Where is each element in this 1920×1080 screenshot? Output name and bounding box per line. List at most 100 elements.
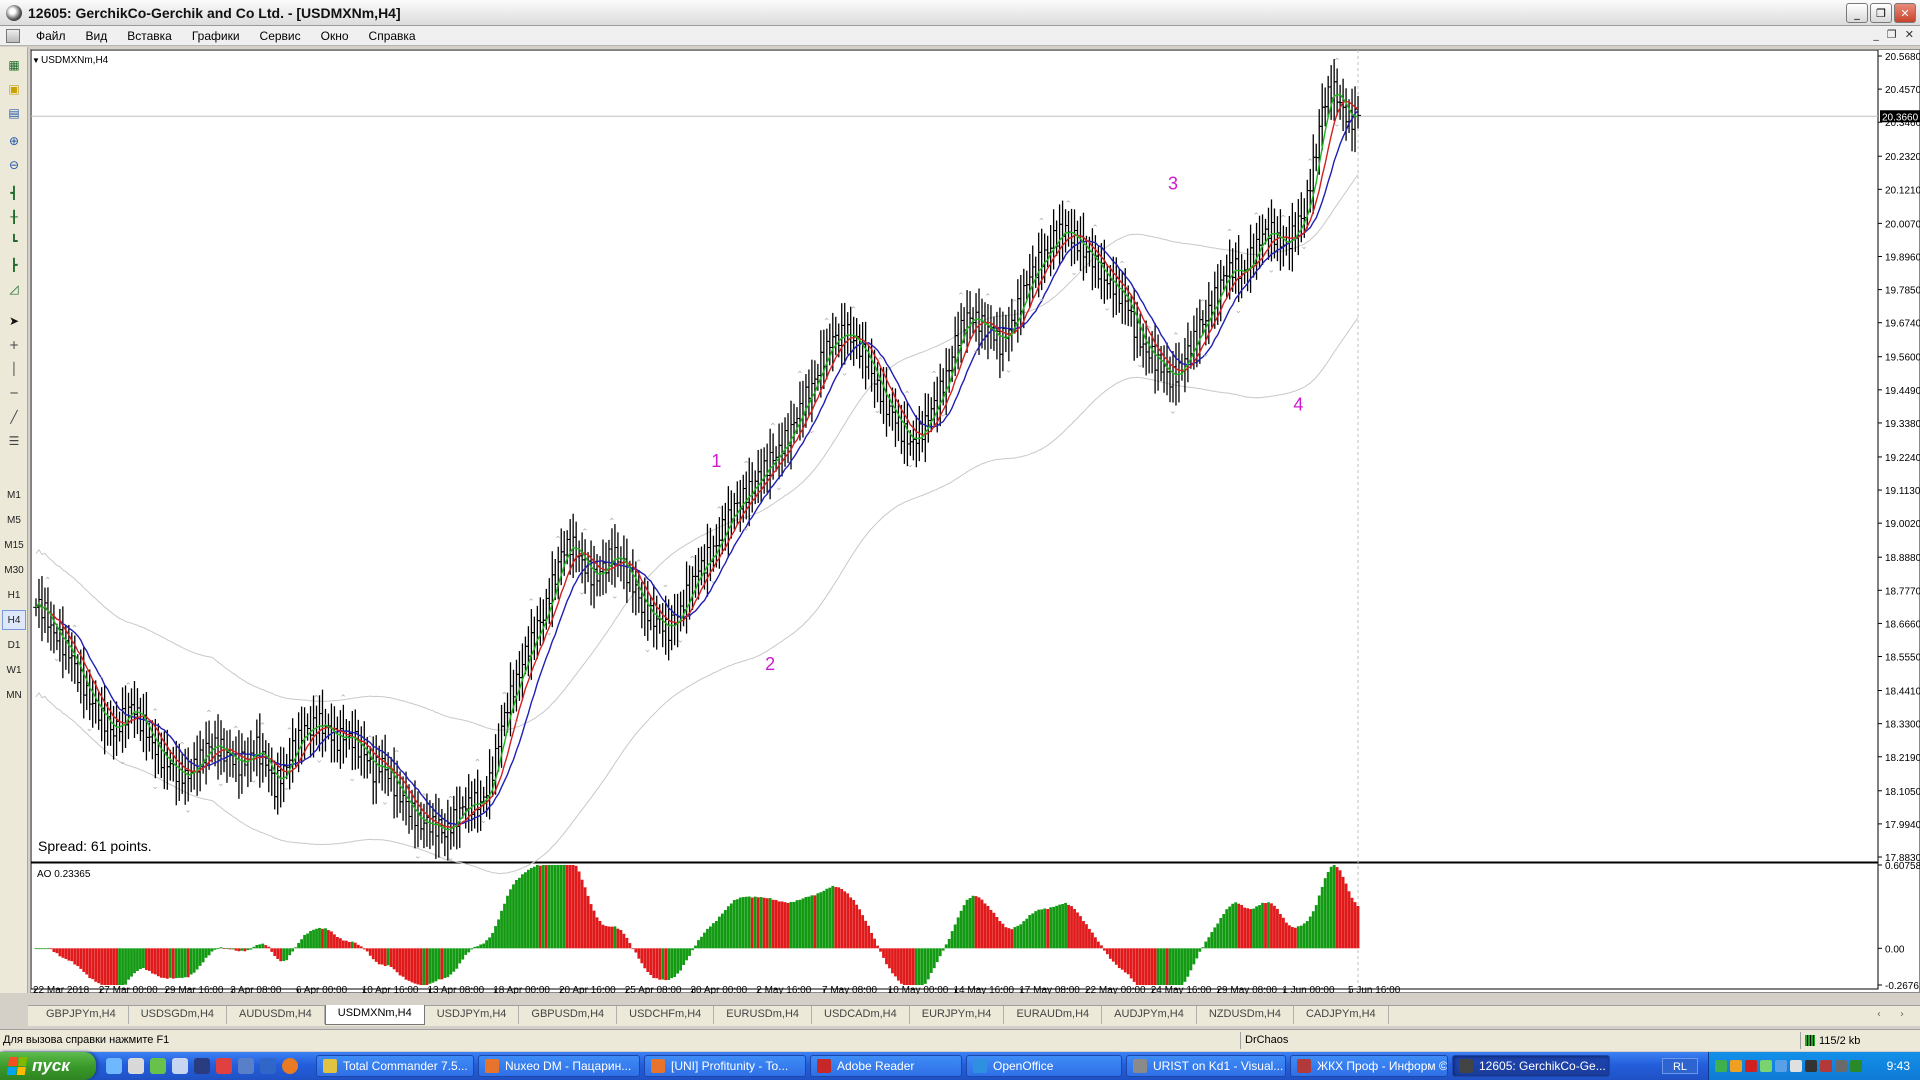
profiles-icon[interactable]: ▣ (4, 79, 24, 99)
ao-histogram-bar (121, 948, 124, 985)
taskbar-item[interactable]: Nuxeo DM - Пацарин... (478, 1055, 640, 1077)
quicklaunch-network-icon[interactable] (260, 1058, 276, 1074)
candlestick-icon[interactable]: ╂ (4, 207, 24, 227)
fractal-up-arrow: ⌃ (44, 575, 52, 585)
mdi-minimize-button[interactable]: _ (1873, 28, 1879, 41)
menu-insert[interactable]: Вставка (117, 29, 182, 43)
ao-histogram-bar (485, 940, 489, 949)
fibonacci-icon[interactable]: ☰ (4, 431, 24, 451)
tray-keyboard-icon[interactable] (1790, 1060, 1802, 1072)
timeframe-m15[interactable]: M15 (2, 535, 26, 555)
tab-usdchfm-h4[interactable]: USDCHFm,H4 (617, 1006, 715, 1024)
chart-window[interactable]: ⌃ ⌄ ⌃ ⌄ ⌃ ⌄ ⌃ ⌃ ⌄ ⌃ ⌄ ⌃ ⌄ ⌃ ⌄ ⌃ ⌄ ⌃ ⌃ ⌄ ⌃ ⌄ ⌃ ⌄ ⌃ ⌄ ⌃ ⌃ ⌄ ⌃ ⌄ ⌃ ⌄ ⌃ ⌄ ⌃ ⌄ ⌃ ⌃ ⌄… (30, 49, 1920, 996)
tray-volume-icon[interactable] (1775, 1060, 1787, 1072)
taskbar-item[interactable]: 12605: GerchikCo-Ge... (1452, 1055, 1610, 1077)
ao-histogram-bar (1308, 916, 1312, 949)
fractal-down-arrow: ⌄ (906, 459, 914, 469)
tab-nzdusdm-h4[interactable]: NZDUSDm,H4 (1197, 1006, 1294, 1024)
tray-display-icon[interactable] (1805, 1060, 1817, 1072)
tray-shield-icon[interactable] (1850, 1060, 1862, 1072)
taskbar-item-label: Nuxeo DM - Пацарин... (505, 1059, 632, 1073)
tray-monitor-icon[interactable] (1760, 1060, 1772, 1072)
tab-euraudm-h4[interactable]: EURAUDm,H4 (1004, 1006, 1103, 1024)
zoom-out-icon[interactable]: ⊖ (4, 155, 24, 175)
tab-audjpym-h4[interactable]: AUDJPYm,H4 (1102, 1006, 1197, 1024)
quicklaunch-gear-icon[interactable] (150, 1058, 166, 1074)
market-watch-icon[interactable]: ▤ (4, 103, 24, 123)
timeframe-h4[interactable]: H4 (2, 610, 26, 630)
bar-chart-icon[interactable]: ┫ (4, 183, 24, 203)
ao-histogram-bar (1120, 948, 1124, 970)
ao-histogram-bar (70, 948, 74, 962)
tray-drive-icon[interactable] (1835, 1060, 1847, 1072)
timeframe-h1[interactable]: H1 (2, 585, 26, 605)
timeframe-w1[interactable]: W1 (2, 660, 26, 680)
timeframe-mn[interactable]: MN (2, 685, 26, 705)
tray-network-icon[interactable] (1715, 1060, 1727, 1072)
menu-view[interactable]: Вид (76, 29, 118, 43)
tray-chat-icon[interactable] (1820, 1060, 1832, 1072)
taskbar-item[interactable]: Total Commander 7.5... (316, 1055, 474, 1077)
mdi-restore-button[interactable]: ❐ (1887, 28, 1897, 41)
cursor-icon[interactable]: ➤ (4, 311, 24, 331)
tab-eurjpym-h4[interactable]: EURJPYm,H4 (910, 1006, 1005, 1024)
auto-scroll-icon[interactable]: ┣ (4, 255, 24, 275)
title-bar[interactable]: 12605: GerchikCo-Gerchik and Co Ltd. - [… (0, 0, 1920, 26)
minimize-button[interactable]: _ (1846, 3, 1868, 23)
horizontal-line-icon[interactable]: ─ (4, 383, 24, 403)
tray-antivirus-icon[interactable] (1745, 1060, 1757, 1072)
timeframe-m5[interactable]: M5 (2, 510, 26, 530)
tab-usdjpym-h4[interactable]: USDJPYm,H4 (425, 1006, 520, 1024)
menu-help[interactable]: Справка (359, 29, 426, 43)
restore-button[interactable]: ❐ (1870, 3, 1892, 23)
ao-histogram-bar (1094, 937, 1097, 949)
tray-update-icon[interactable] (1730, 1060, 1742, 1072)
metatrader-app-icon[interactable] (6, 4, 22, 21)
zoom-in-icon[interactable]: ⊕ (4, 131, 24, 151)
price-chart[interactable]: ⌃ ⌄ ⌃ ⌄ ⌃ ⌄ ⌃ ⌃ ⌄ ⌃ ⌄ ⌃ ⌄ ⌃ ⌄ ⌃ ⌄ ⌃ ⌃ ⌄ ⌃ ⌄ ⌃ ⌄ ⌃ ⌄ ⌃ ⌃ ⌄ ⌃ ⌄ ⌃ ⌄ ⌃ ⌄ ⌃ ⌄ ⌃ ⌃ ⌄… (30, 49, 1920, 996)
tab-eurusdm-h4[interactable]: EURUSDm,H4 (714, 1006, 813, 1024)
tab-scroll-arrows[interactable]: ‹ › (1877, 1009, 1912, 1020)
menu-charts[interactable]: Графики (182, 29, 250, 43)
ao-histogram-bar (750, 897, 754, 949)
tab-usdcadm-h4[interactable]: USDCADm,H4 (812, 1006, 910, 1024)
chart-window-icon[interactable] (6, 28, 20, 43)
tab-usdmxnm-h4[interactable]: USDMXNm,H4 (324, 1005, 425, 1025)
taskbar-item[interactable]: Adobe Reader (810, 1055, 962, 1077)
quicklaunch-ie-icon[interactable] (106, 1058, 122, 1074)
chart-shift-icon[interactable]: ◿ (4, 279, 24, 299)
menu-file[interactable]: Файл (26, 29, 76, 43)
language-indicator[interactable]: RL (1662, 1058, 1698, 1074)
quicklaunch-mail-icon[interactable] (216, 1058, 232, 1074)
tab-gbpusdm-h4[interactable]: GBPUSDm,H4 (519, 1006, 618, 1024)
taskbar-item[interactable]: ЖКХ Проф - Информ © (1290, 1055, 1448, 1077)
tab-audusdm-h4[interactable]: AUDUSDm,H4 (227, 1006, 325, 1024)
ao-histogram-bar (210, 948, 214, 952)
mdi-close-button[interactable]: ✕ (1905, 28, 1914, 41)
timeframe-m1[interactable]: M1 (2, 485, 26, 505)
new-chart-icon[interactable]: ▦ (4, 55, 24, 75)
quicklaunch-tool-icon[interactable] (128, 1058, 144, 1074)
tab-cadjpym-h4[interactable]: CADJPYm,H4 (1294, 1006, 1389, 1024)
menu-window[interactable]: Окно (311, 29, 359, 43)
line-chart-icon[interactable]: ┗ (4, 231, 24, 251)
taskbar-item[interactable]: OpenOffice (966, 1055, 1122, 1077)
start-button[interactable]: пуск (0, 1052, 96, 1080)
quicklaunch-save-icon[interactable] (194, 1058, 210, 1074)
trendline-icon[interactable]: ╱ (4, 407, 24, 427)
quicklaunch-app-icon[interactable] (172, 1058, 188, 1074)
fractal-up-arrow: ⌃ (98, 675, 106, 685)
tab-usdsgdm-h4[interactable]: USDSGDm,H4 (129, 1006, 228, 1024)
tab-gbpjpym-h4[interactable]: GBPJPYm,H4 (34, 1006, 129, 1024)
vertical-line-icon[interactable]: │ (4, 359, 24, 379)
ao-histogram-bar (747, 896, 751, 949)
quicklaunch-printer-icon[interactable] (238, 1058, 254, 1074)
close-button[interactable]: ✕ (1894, 3, 1916, 23)
crosshair-icon[interactable]: + (4, 335, 24, 355)
taskbar-item[interactable]: [UNI] Profitunity - To... (644, 1055, 806, 1077)
timeframe-m30[interactable]: M30 (2, 560, 26, 580)
taskbar-item[interactable]: URIST on Kd1 - Visual... (1126, 1055, 1286, 1077)
menu-tools[interactable]: Сервис (250, 29, 311, 43)
quicklaunch-firefox-icon[interactable] (282, 1058, 298, 1074)
timeframe-d1[interactable]: D1 (2, 635, 26, 655)
